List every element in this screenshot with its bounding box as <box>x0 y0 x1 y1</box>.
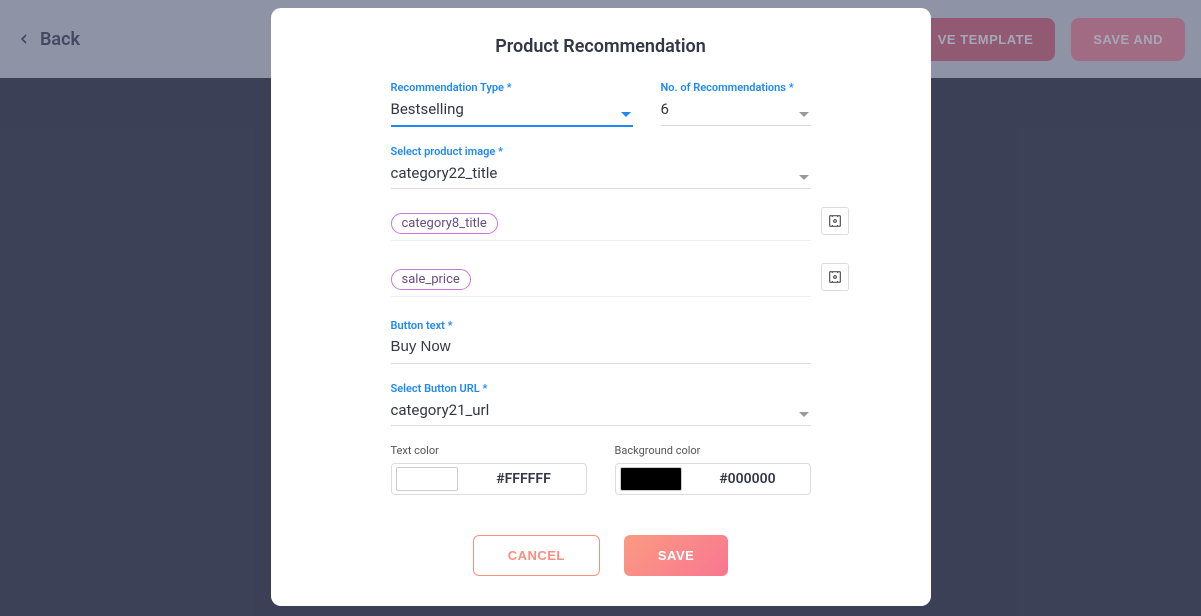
tag-field-1[interactable]: category8_title <box>391 207 811 241</box>
product-image-field[interactable]: Select product image * category22_title <box>391 145 811 190</box>
button-text-label: Button text * <box>391 319 811 332</box>
chevron-down-icon <box>799 112 809 117</box>
button-url-field[interactable]: Select Button URL * category21_url <box>391 382 811 427</box>
product-image-value: category22_title <box>391 164 498 182</box>
button-url-value: category21_url <box>391 401 490 419</box>
background-color-field[interactable]: Background color #000000 <box>615 444 811 495</box>
chevron-down-icon <box>799 175 809 180</box>
text-color-label: Text color <box>391 444 587 457</box>
num-recommendations-label: No. of Recommendations * <box>661 81 811 94</box>
background-color-hex: #000000 <box>686 471 810 487</box>
recommendation-type-label: Recommendation Type * <box>391 81 633 94</box>
personalize-icon-button[interactable] <box>821 263 849 291</box>
recommendation-type-value: Bestselling <box>391 100 464 118</box>
button-text-input[interactable] <box>391 336 811 359</box>
chevron-down-icon <box>799 412 809 417</box>
chevron-down-icon <box>621 112 631 117</box>
text-color-field[interactable]: Text color #FFFFFF <box>391 444 587 495</box>
modal-overlay: Product Recommendation Recommendation Ty… <box>0 0 1201 616</box>
button-text-field[interactable]: Button text * <box>391 319 811 364</box>
cancel-button[interactable]: CANCEL <box>473 535 600 576</box>
background-color-swatch[interactable] <box>620 467 682 491</box>
personalize-icon-button[interactable] <box>821 207 849 235</box>
modal-title: Product Recommendation <box>391 36 811 57</box>
save-button[interactable]: SAVE <box>624 535 728 576</box>
text-color-hex: #FFFFFF <box>462 471 586 487</box>
text-color-swatch[interactable] <box>396 467 458 491</box>
tag-sale-price: sale_price <box>391 269 471 290</box>
recommendation-type-field[interactable]: Recommendation Type * Bestselling <box>391 81 633 127</box>
product-recommendation-modal: Product Recommendation Recommendation Ty… <box>271 8 931 606</box>
modal-actions: CANCEL SAVE <box>391 535 811 576</box>
num-recommendations-value: 6 <box>661 100 669 118</box>
background-color-label: Background color <box>615 444 811 457</box>
product-image-label: Select product image * <box>391 145 811 158</box>
tag-category8: category8_title <box>391 213 498 234</box>
button-url-label: Select Button URL * <box>391 382 811 395</box>
num-recommendations-field[interactable]: No. of Recommendations * 6 <box>661 81 811 127</box>
tag-field-2[interactable]: sale_price <box>391 263 811 297</box>
